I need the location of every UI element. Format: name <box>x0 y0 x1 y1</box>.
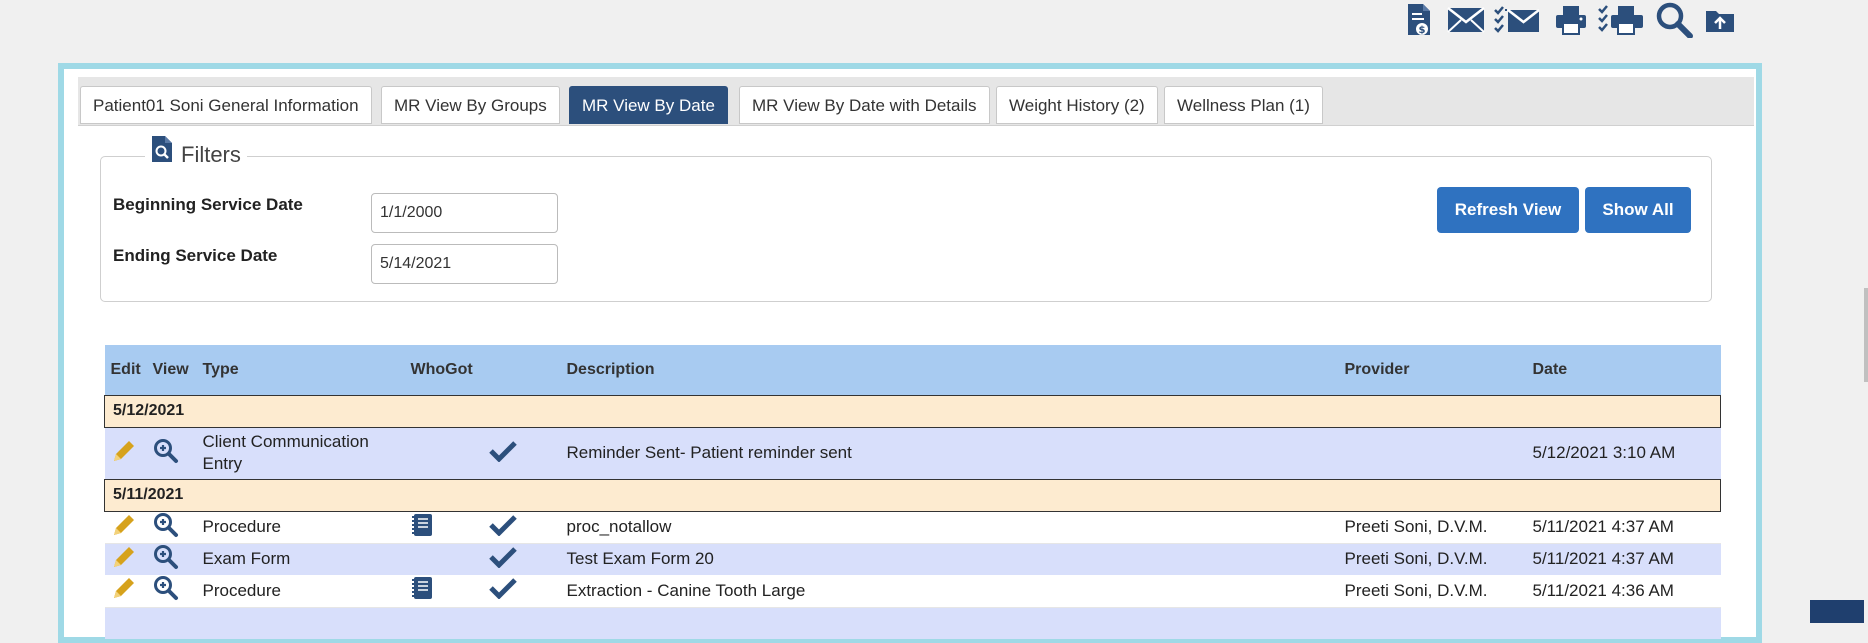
row-date: 5/12/2021 3:10 AM <box>1526 427 1721 479</box>
header-edit[interactable]: Edit <box>104 345 147 395</box>
invoice-icon[interactable]: $ <box>1404 2 1434 38</box>
checklist-print-icon[interactable] <box>1598 2 1644 38</box>
whogot-cell <box>404 543 483 575</box>
table-row: Client Communication Entry Reminder Sent… <box>104 427 1721 479</box>
date-group-row: 5/11/2021 <box>104 478 1721 512</box>
view-zoom-icon[interactable] <box>153 544 179 570</box>
row-date: 5/11/2021 4:37 AM <box>1526 511 1721 544</box>
row-description: Test Exam Form 20 <box>560 543 1339 575</box>
corner-widget-button[interactable] <box>1810 600 1864 623</box>
header-check <box>482 345 561 395</box>
row-type: Exam Form <box>196 543 405 575</box>
main-panel: Patient01 Soni General Information MR Vi… <box>58 63 1762 643</box>
page-scrollbar[interactable] <box>1864 288 1868 382</box>
edit-pencil-icon[interactable] <box>111 512 137 538</box>
view-zoom-icon[interactable] <box>153 438 179 464</box>
tab-bar: Patient01 Soni General Information MR Vi… <box>78 77 1754 126</box>
whogot-cell <box>404 427 483 479</box>
header-provider[interactable]: Provider <box>1338 345 1527 395</box>
header-type[interactable]: Type <box>196 345 405 395</box>
table-row: Procedure proc_notallow Preeti Soni, D.V… <box>104 511 1721 544</box>
notebook-icon[interactable] <box>411 576 433 600</box>
row-type: Client Communication Entry <box>196 427 405 479</box>
row-date: 5/11/2021 4:36 AM <box>1526 575 1721 608</box>
edit-pencil-icon[interactable] <box>111 544 137 570</box>
show-all-button[interactable]: Show All <box>1585 187 1691 233</box>
tab-wellness-plan[interactable]: Wellness Plan (1) <box>1164 86 1323 124</box>
tab-mr-view-by-date[interactable]: MR View By Date <box>569 86 728 124</box>
check-icon <box>488 440 517 466</box>
medical-records-table: Edit View Type WhoGot Description Provid… <box>104 345 1721 639</box>
ending-date-input[interactable] <box>371 244 558 284</box>
row-description: Extraction - Canine Tooth Large <box>560 575 1339 608</box>
refresh-view-button[interactable]: Refresh View <box>1437 187 1579 233</box>
filters-panel: Filters Beginning Service Date Ending Se… <box>100 135 1712 302</box>
tab-mr-view-by-groups[interactable]: MR View By Groups <box>381 86 560 124</box>
edit-pencil-icon[interactable] <box>111 575 137 601</box>
row-date: 5/11/2021 4:37 AM <box>1526 543 1721 575</box>
check-icon <box>488 546 517 572</box>
check-icon <box>488 578 517 603</box>
top-toolbar: $ <box>1404 0 1736 40</box>
row-provider <box>1338 427 1527 479</box>
row-provider: Preeti Soni, D.V.M. <box>1338 543 1527 575</box>
tab-weight-history[interactable]: Weight History (2) <box>996 86 1158 124</box>
header-description[interactable]: Description <box>560 345 1339 395</box>
checklist-email-icon[interactable] <box>1494 2 1540 38</box>
date-group-row: 5/12/2021 <box>104 394 1721 428</box>
row-type: Procedure <box>196 511 405 544</box>
beginning-date-input[interactable] <box>371 193 558 233</box>
search-icon[interactable] <box>1654 2 1694 38</box>
table-header-row: Edit View Type WhoGot Description Provid… <box>104 345 1721 395</box>
folder-upload-icon[interactable] <box>1704 2 1736 38</box>
filters-legend: Filters <box>145 135 247 168</box>
row-provider: Preeti Soni, D.V.M. <box>1338 575 1527 608</box>
view-zoom-icon[interactable] <box>153 575 179 601</box>
header-whogot[interactable]: WhoGot <box>404 345 483 395</box>
tab-general-information[interactable]: Patient01 Soni General Information <box>80 86 372 124</box>
check-icon <box>488 514 517 540</box>
row-description: Reminder Sent- Patient reminder sent <box>560 427 1339 479</box>
table-row: Exam Form Test Exam Form 20 Preeti Soni,… <box>104 543 1721 575</box>
group-date: 5/11/2021 <box>104 478 1721 512</box>
header-date[interactable]: Date <box>1526 345 1721 395</box>
print-icon[interactable] <box>1554 2 1588 38</box>
header-view[interactable]: View <box>146 345 197 395</box>
email-icon[interactable] <box>1446 2 1486 38</box>
table-row: Procedure Extraction - Canine Tooth Larg… <box>104 575 1721 608</box>
row-provider: Preeti Soni, D.V.M. <box>1338 511 1527 544</box>
view-zoom-icon[interactable] <box>153 512 179 538</box>
notebook-icon[interactable] <box>411 513 433 537</box>
beginning-date-label: Beginning Service Date <box>113 195 303 214</box>
row-type: Procedure <box>196 575 405 608</box>
row-description: proc_notallow <box>560 511 1339 544</box>
filters-title: Filters <box>181 142 241 167</box>
tab-mr-view-by-date-details[interactable]: MR View By Date with Details <box>739 86 990 124</box>
edit-pencil-icon[interactable] <box>111 438 137 464</box>
group-date: 5/12/2021 <box>104 394 1721 428</box>
ending-date-label: Ending Service Date <box>113 246 278 265</box>
table-row <box>104 607 1721 639</box>
svg-text:$: $ <box>1419 25 1426 36</box>
document-search-icon <box>151 135 173 168</box>
